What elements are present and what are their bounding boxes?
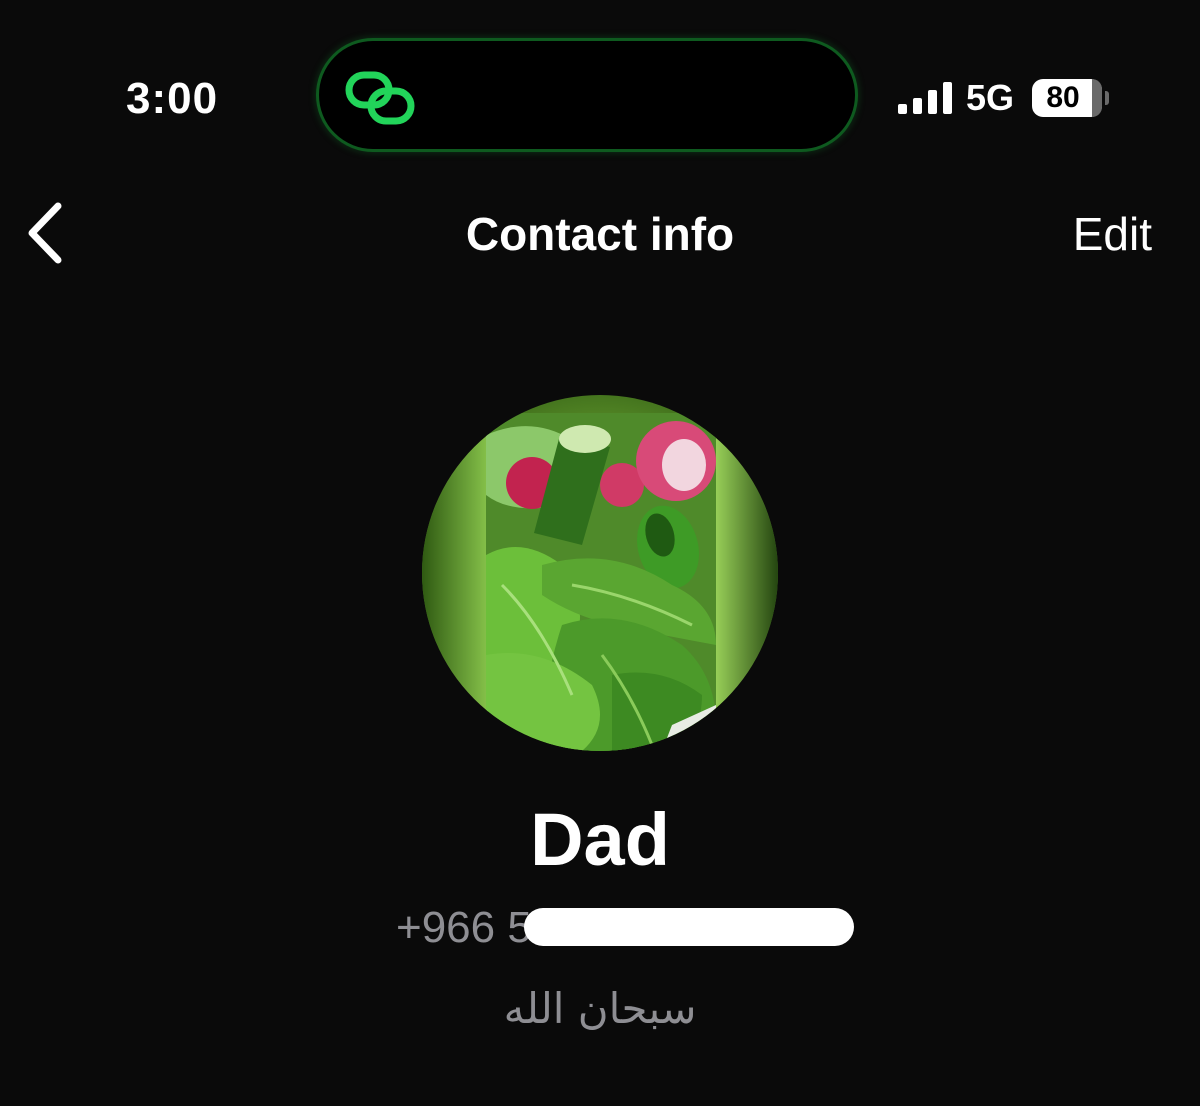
battery-level: 80 [1046, 81, 1080, 114]
battery-tip [1105, 91, 1109, 105]
edit-button[interactable]: Edit [1073, 208, 1152, 260]
redaction-mark [524, 908, 854, 946]
phone-prefix: +966 5 [396, 903, 532, 952]
status-time: 3:00 [126, 74, 219, 123]
dynamic-island[interactable] [316, 38, 858, 152]
contact-status: سبحان الله [503, 984, 697, 1033]
network-type: 5G [966, 77, 1015, 118]
battery-icon: 80 [1032, 79, 1102, 117]
signal-icon [898, 82, 952, 114]
link-icon [345, 71, 415, 125]
contact-name: Dad [530, 798, 670, 881]
vegetables-photo [422, 395, 778, 751]
page-title: Contact info [465, 208, 735, 260]
contact-avatar[interactable] [422, 395, 778, 751]
